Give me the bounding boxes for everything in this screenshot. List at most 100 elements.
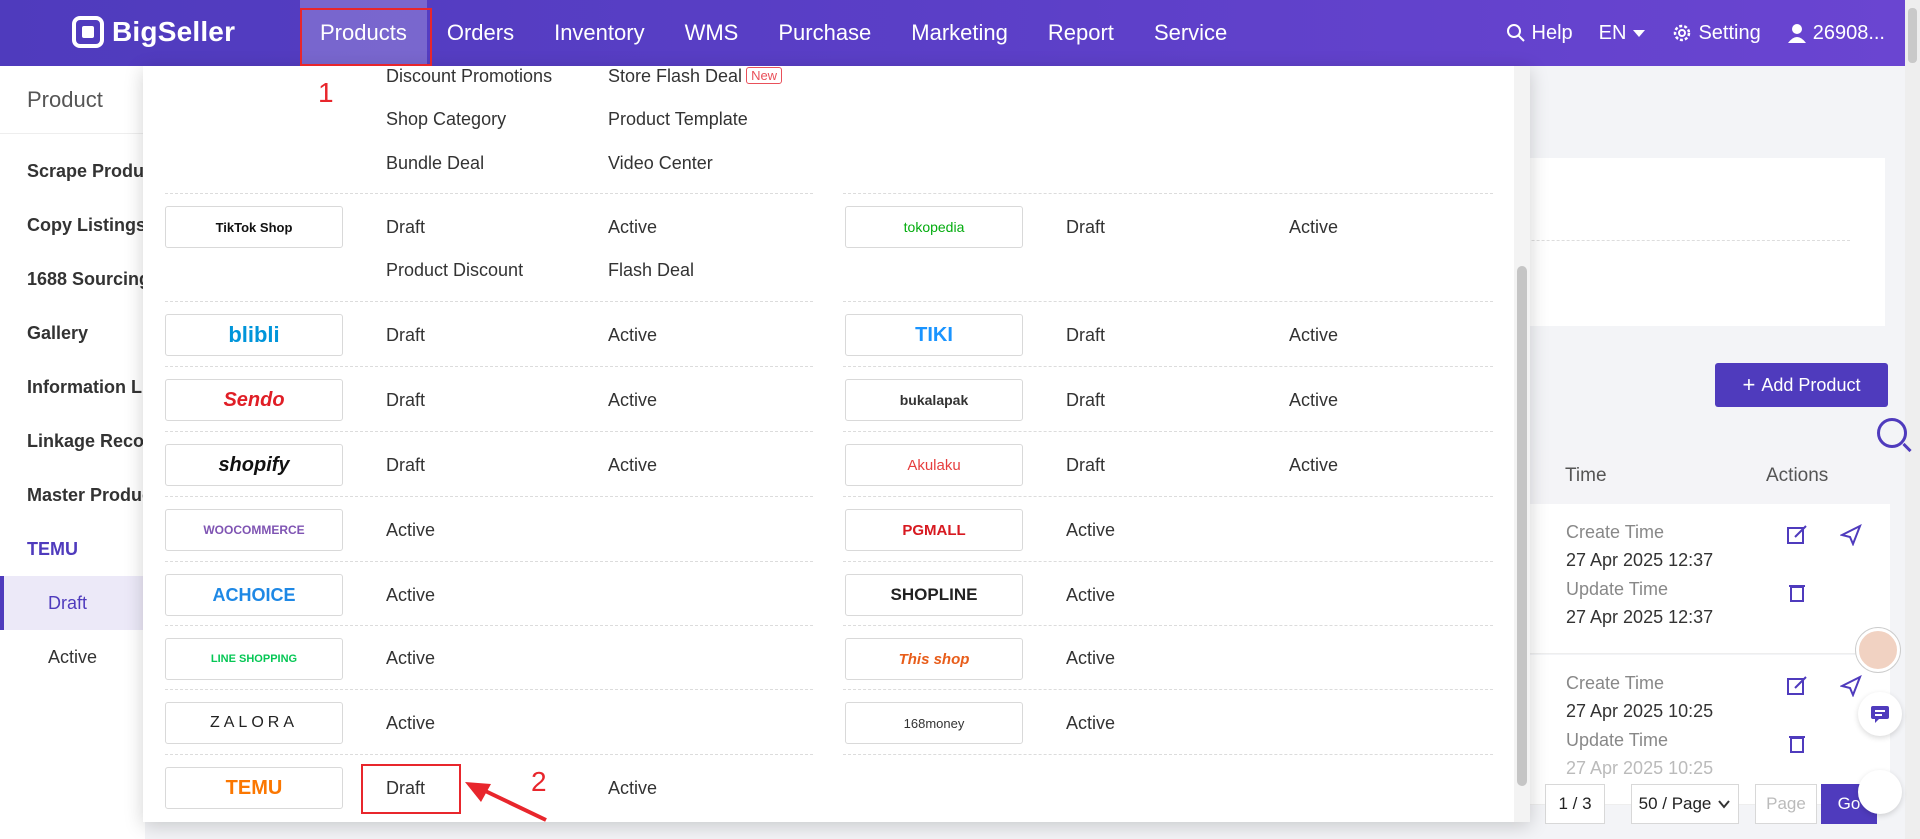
blibli-active-link[interactable]: Active [608,325,657,346]
pgmall-logo: PGMALL [845,509,1023,551]
sendo-name: Sendo [223,388,285,411]
delete-icon[interactable] [1786,581,1808,603]
menu-shop-category[interactable]: Shop Category [386,109,506,130]
delete-icon[interactable] [1786,732,1808,754]
brand-logo[interactable]: BigSeller [72,16,235,48]
sidebar-item-info-library[interactable]: Information Library [0,360,145,414]
nav-purchase[interactable]: Purchase [758,0,891,66]
chat-button[interactable] [1858,692,1902,736]
sendo-active-link[interactable]: Active [608,390,657,411]
nav-marketing[interactable]: Marketing [891,0,1028,66]
nav-service[interactable]: Service [1134,0,1247,66]
publish-icon[interactable] [1840,675,1862,697]
nav-wms[interactable]: WMS [665,0,759,66]
dropdown-scrollbar[interactable] [1514,66,1530,822]
nav-report[interactable]: Report [1028,0,1134,66]
shopify-draft-link[interactable]: Draft [386,455,425,476]
brand-name: BigSeller [112,16,236,47]
achoice-active-link[interactable]: Active [386,585,435,606]
tokopedia-draft-link[interactable]: Draft [1066,217,1105,238]
chevron-down-icon [1718,800,1731,809]
publish-icon[interactable] [1840,524,1862,546]
sidebar-item-1688[interactable]: 1688 Sourcing [0,252,145,306]
menu-video-center[interactable]: Video Center [608,153,713,174]
tiktok-active-link[interactable]: Active [608,217,657,238]
tokopedia-active-link[interactable]: Active [1289,217,1338,238]
nav-inventory[interactable]: Inventory [534,0,665,66]
168money-active-link[interactable]: Active [1066,713,1115,734]
page-scrollbar-thumb[interactable] [1908,8,1917,63]
setting-label: Setting [1698,21,1761,44]
divider [165,301,813,302]
zalora-active-link[interactable]: Active [386,713,435,734]
tiki-active-link[interactable]: Active [1289,325,1338,346]
woocommerce-logo: WOOCOMMERCE [165,509,343,551]
line-shopping-active-link[interactable]: Active [386,648,435,669]
line-shopping-name: LINE SHOPPING [210,653,298,665]
support-avatar[interactable] [1856,628,1900,672]
blibli-draft-link[interactable]: Draft [386,325,425,346]
tiktok-product-discount-link[interactable]: Product Discount [386,260,523,281]
search-icon [1506,24,1525,42]
sidebar-item-temu[interactable]: TEMU [0,522,145,576]
akulaku-draft-link[interactable]: Draft [1066,455,1105,476]
tiki-draft-link[interactable]: Draft [1066,325,1105,346]
shopify-active-link[interactable]: Active [608,455,657,476]
sidebar-item-linkage[interactable]: Linkage Records [0,414,145,468]
assistant-button[interactable] [1858,770,1902,814]
sidebar-item-gallery[interactable]: Gallery [0,306,145,360]
achoice-name: ACHOICE [212,584,296,605]
per-page-select[interactable]: 50 / Page [1631,784,1739,824]
sidebar-item-master[interactable]: Master Products [0,468,145,522]
tiki-name: TIKI [915,323,953,346]
this-shop-logo: This shop [845,638,1023,680]
edit-icon[interactable] [1786,524,1808,546]
dropdown-scrollbar-thumb[interactable] [1517,266,1527,786]
bukalapak-draft-link[interactable]: Draft [1066,390,1105,411]
woocommerce-active-link[interactable]: Active [386,520,435,541]
divider [843,193,1493,194]
user-name: 26908... [1812,21,1885,44]
tiktok-draft-link[interactable]: Draft [386,217,425,238]
search-fab-icon[interactable] [1877,418,1907,448]
create-time-label: Create Time [1566,673,1665,693]
tiktok-shop-name: TikTok Shop [215,219,293,235]
line-shopping-logo: LINE SHOPPING [165,638,343,680]
tiktok-flash-deal-link[interactable]: Flash Deal [608,260,694,281]
sidebar-sub-draft[interactable]: Draft [0,576,145,630]
menu-discount-promotions[interactable]: Discount Promotions [386,66,552,87]
pgmall-active-link[interactable]: Active [1066,520,1115,541]
setting-link[interactable]: Setting [1672,21,1761,45]
this-shop-active-link[interactable]: Active [1066,648,1115,669]
bukalapak-active-link[interactable]: Active [1289,390,1338,411]
sidebar-item-scrape[interactable]: Scrape Products [0,144,145,198]
akulaku-active-link[interactable]: Active [1289,455,1338,476]
pgmall-name: PGMALL [902,521,966,539]
temu-active-link[interactable]: Active [608,778,657,799]
user-menu[interactable]: 26908... [1787,22,1885,45]
menu-bundle-deal[interactable]: Bundle Deal [386,153,484,174]
shopline-active-link[interactable]: Active [1066,585,1115,606]
divider [165,625,813,626]
sidebar-sub-active[interactable]: Active [0,630,145,684]
divider [165,366,813,367]
sidebar-item-copy-listings[interactable]: Copy Listings [0,198,145,252]
page-scrollbar[interactable] [1905,0,1920,839]
col-actions: Actions [1766,465,1829,486]
divider [843,301,1493,302]
edit-icon[interactable] [1786,675,1808,697]
help-link[interactable]: Help [1506,22,1573,45]
sendo-draft-link[interactable]: Draft [386,390,425,411]
menu-store-flash-deal[interactable]: Store Flash Deal New [608,66,783,87]
menu-product-template[interactable]: Product Template [608,109,748,130]
page-jump-input[interactable]: Page [1755,784,1817,824]
language-select[interactable]: EN [1599,22,1647,45]
menu-store-flash-deal-label: Store Flash Deal [608,66,743,86]
nav-orders[interactable]: Orders [427,0,534,66]
divider [843,625,1493,626]
step2-highlight [361,764,461,814]
create-time-value: 27 Apr 2025 10:25 [1566,701,1714,721]
plus-icon: + [1742,372,1756,397]
tokopedia-logo: tokopedia [845,206,1023,248]
add-product-button[interactable]: + Add Product [1715,363,1888,407]
